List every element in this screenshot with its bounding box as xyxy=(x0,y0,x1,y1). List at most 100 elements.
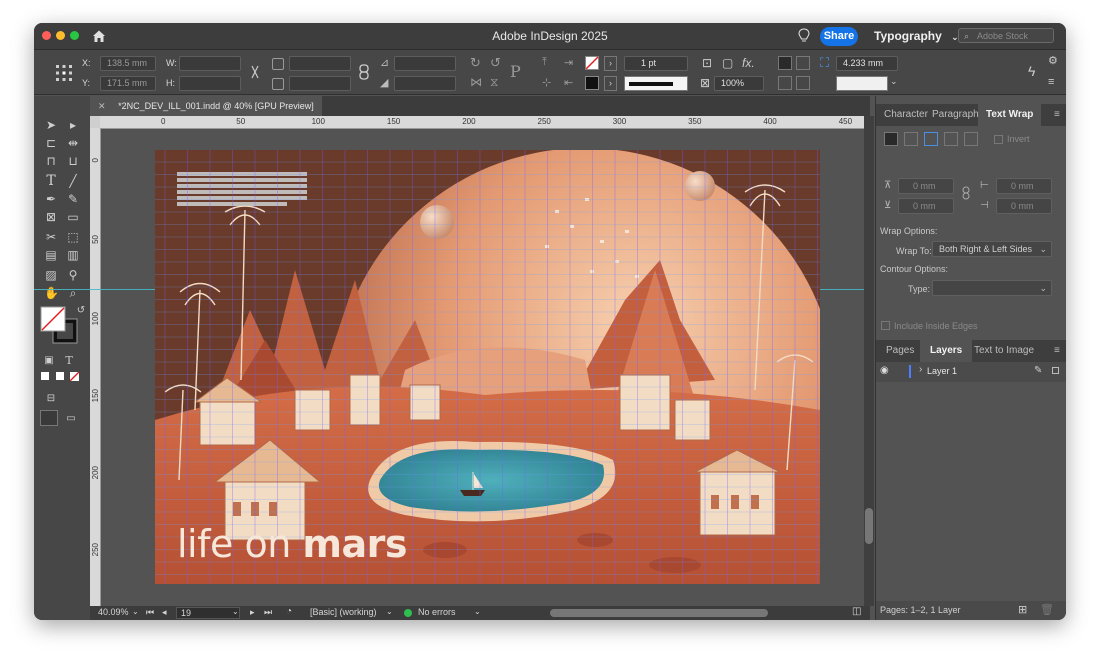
panel-menu-icon[interactable]: ≡ xyxy=(1054,109,1060,120)
normal-mode-button[interactable] xyxy=(40,410,58,426)
stroke-swatch[interactable] xyxy=(585,76,599,90)
rectangle-tool-icon[interactable]: ▭ xyxy=(66,210,80,224)
preview-mode-icon[interactable]: ▭ xyxy=(64,412,78,426)
rotate-ccw-icon[interactable]: ↺ xyxy=(490,55,501,71)
new-layer-icon[interactable]: ⊞ xyxy=(1018,603,1027,616)
frame-fitting-icon[interactable]: ⊡ xyxy=(702,56,712,70)
eyedropper-tool-icon[interactable]: ⚲ xyxy=(66,268,80,282)
first-page-icon[interactable]: ⏮ xyxy=(146,607,154,618)
rotate-cw-icon[interactable]: ↻ xyxy=(470,55,481,71)
eye-icon[interactable]: ◉ xyxy=(880,365,889,376)
rectangle-frame-tool-icon[interactable]: ⊠ xyxy=(44,210,58,224)
pencil-tool-icon[interactable]: ✎ xyxy=(66,192,80,206)
tab-paragraph[interactable]: Paragraph xyxy=(932,104,979,126)
chevron-down-icon[interactable]: ⌄ xyxy=(386,607,393,616)
chevron-right-icon[interactable]: › xyxy=(919,364,922,375)
panel-menu-icon[interactable]: ≡ xyxy=(1054,345,1060,356)
w-field[interactable] xyxy=(179,56,241,71)
gradient-swatch-tool-icon[interactable]: ▤ xyxy=(44,248,58,262)
preflight-profile[interactable]: [Basic] (working) xyxy=(310,607,377,617)
page-tool-icon[interactable]: ⊏ xyxy=(44,136,58,150)
layer-row[interactable]: ◉ › Layer 1 ✎ xyxy=(876,362,1066,382)
reference-point-icon[interactable] xyxy=(54,63,74,83)
previous-page-icon[interactable]: ◂ xyxy=(162,607,167,618)
corner-shape-select[interactable] xyxy=(836,76,888,91)
lightbulb-icon[interactable] xyxy=(798,28,810,44)
text-wrap-none-button[interactable] xyxy=(778,56,792,70)
trash-icon[interactable]: 🗑 xyxy=(1040,603,1054,616)
link-offsets-icon[interactable] xyxy=(962,186,970,200)
stroke-weight-field[interactable]: 1 pt xyxy=(624,56,688,71)
scale-y-field[interactable] xyxy=(289,76,351,91)
view-mode-icon[interactable]: ⊟ xyxy=(44,392,58,406)
formatting-container-icon[interactable]: ▣ xyxy=(42,354,56,368)
pen-tool-icon[interactable]: ✒ xyxy=(44,192,58,206)
document-tab[interactable]: ✕ *2NC_DEV_ILL_001.indd @ 40% [GPU Previ… xyxy=(90,96,322,116)
workspace-switcher[interactable]: Typography ⌄ xyxy=(874,29,959,43)
swap-fill-stroke-icon[interactable]: ↺ xyxy=(74,304,88,318)
content-collector-icon[interactable]: ⊓ xyxy=(44,154,58,168)
direct-selection-tool-icon[interactable]: ▸ xyxy=(66,118,80,132)
opacity-field[interactable]: 100% xyxy=(714,76,764,91)
chevron-right-icon[interactable]: › xyxy=(604,56,617,71)
vertical-scrollbar[interactable] xyxy=(864,116,874,606)
last-page-icon[interactable]: ⏭ xyxy=(264,607,272,618)
preflight-icon[interactable]: ◔ xyxy=(286,606,292,617)
contour-type-select[interactable]: ⌄ xyxy=(932,280,1052,296)
tab-layers[interactable]: Layers xyxy=(920,340,973,362)
gradient-feather-tool-icon[interactable]: ▥ xyxy=(66,248,80,262)
select-content-icon[interactable]: ⊹ xyxy=(542,76,551,89)
frame-icon[interactable]: ▢ xyxy=(722,56,733,70)
wrap-next-column-button[interactable] xyxy=(964,132,978,146)
ruler-origin[interactable] xyxy=(90,116,100,128)
apply-gradient-icon[interactable] xyxy=(56,372,64,380)
horizontal-scrollbar-thumb[interactable] xyxy=(550,609,768,617)
scissors-tool-icon[interactable]: ✂ xyxy=(44,230,58,244)
close-tab-icon[interactable]: ✕ xyxy=(98,101,106,111)
adobe-stock-search[interactable]: ⌕ Adobe Stock xyxy=(958,28,1054,43)
wrap-to-select[interactable]: Both Right & Left Sides ⌄ xyxy=(932,241,1052,257)
free-transform-tool-icon[interactable]: ⬚ xyxy=(66,230,80,244)
type-tool-icon[interactable]: T xyxy=(44,174,58,188)
flip-vertical-icon[interactable]: ⧖ xyxy=(490,75,498,90)
content-placer-icon[interactable]: ⊔ xyxy=(66,154,80,168)
shear-field[interactable] xyxy=(394,76,456,91)
top-offset-field[interactable]: 0 mm xyxy=(898,178,954,194)
scale-x-field[interactable] xyxy=(289,56,351,71)
constrain-proportions-icon[interactable] xyxy=(248,64,262,80)
text-wrap-shape-button[interactable] xyxy=(778,76,792,90)
vertical-ruler[interactable]: 0 50 100 150 200 250 xyxy=(90,128,101,606)
text-wrap-bbox-button[interactable] xyxy=(796,56,810,70)
apply-color-icon[interactable] xyxy=(41,372,49,380)
x-field[interactable]: 138.5 mm xyxy=(100,56,156,71)
chevron-down-icon[interactable]: ⌄ xyxy=(232,607,239,616)
chevron-down-icon[interactable]: ⌄ xyxy=(890,76,898,87)
split-view-icon[interactable]: ◫ xyxy=(852,606,861,617)
stroke-type-select[interactable] xyxy=(624,76,688,91)
right-offset-field[interactable]: 0 mm xyxy=(996,198,1052,214)
share-button[interactable]: Share xyxy=(820,27,858,46)
gap-tool-icon[interactable]: ⇹ xyxy=(66,136,80,150)
apply-none-icon[interactable] xyxy=(70,372,79,381)
mars-artwork[interactable] xyxy=(155,150,820,584)
note-tool-icon[interactable]: ▨ xyxy=(44,268,58,282)
gear-icon[interactable]: ⚙ xyxy=(1048,54,1058,67)
effects-icon[interactable]: fx. xyxy=(742,56,755,70)
wrap-object-shape-button[interactable] xyxy=(924,132,938,146)
chevron-down-icon[interactable]: ⌄ xyxy=(474,607,481,616)
wrap-none-button[interactable] xyxy=(884,132,898,146)
chevron-down-icon[interactable]: ⌄ xyxy=(132,607,139,616)
select-next-icon[interactable]: ⇥ xyxy=(564,56,573,69)
formatting-text-icon[interactable]: T xyxy=(62,354,76,368)
bottom-offset-field[interactable]: 0 mm xyxy=(898,198,954,214)
select-container-icon[interactable]: ⤒ xyxy=(542,56,547,69)
offset-field[interactable]: 4.233 mm xyxy=(836,56,898,71)
headline-text[interactable]: life on mars xyxy=(177,522,407,566)
wrap-jump-object-button[interactable] xyxy=(944,132,958,146)
left-offset-field[interactable]: 0 mm xyxy=(996,178,1052,194)
page-field[interactable]: 19 xyxy=(176,607,240,619)
tab-character[interactable]: Character xyxy=(884,104,928,126)
menu-icon[interactable]: ≡ xyxy=(1048,76,1054,88)
include-inside-edges-checkbox[interactable] xyxy=(881,321,890,330)
invert-checkbox[interactable] xyxy=(994,135,1003,144)
